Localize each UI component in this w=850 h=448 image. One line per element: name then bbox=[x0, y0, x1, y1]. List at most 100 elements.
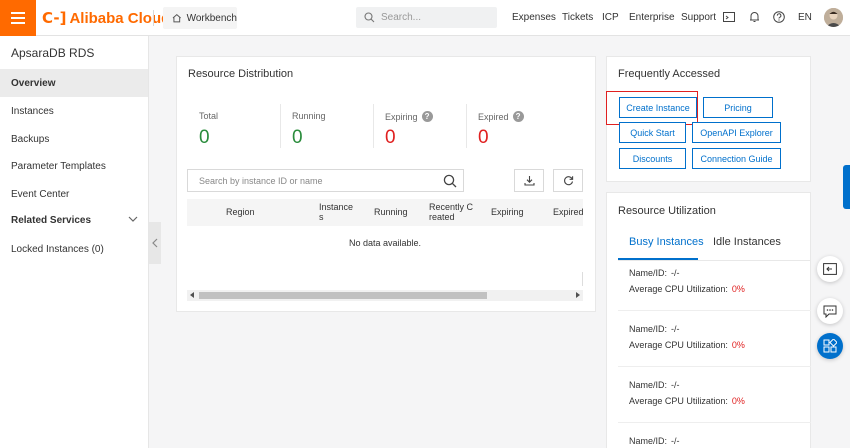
question-icon[interactable]: ? bbox=[512, 111, 524, 122]
tab-idle-instances[interactable]: Idle Instances bbox=[713, 236, 781, 248]
sidebar-collapse-handle[interactable] bbox=[149, 222, 161, 264]
stat-expired-value[interactable]: 0 bbox=[478, 127, 489, 149]
bell-icon[interactable] bbox=[747, 10, 761, 24]
help-icon[interactable] bbox=[772, 10, 786, 24]
sidebar-item-related-services[interactable]: Related Services bbox=[0, 206, 148, 234]
home-icon bbox=[172, 14, 181, 23]
resource-utilization-card bbox=[606, 192, 811, 448]
name-id-label: Name/ID: bbox=[629, 380, 668, 390]
alibaba-cloud-logo[interactable]: C-] Alibaba Cloud bbox=[42, 8, 170, 28]
scroll-right-arrow-icon[interactable] bbox=[576, 292, 580, 298]
hamburger-line bbox=[11, 17, 25, 19]
stat-expired-label: Expired? bbox=[478, 111, 524, 122]
nav-tickets[interactable]: Tickets bbox=[562, 12, 593, 23]
search-icon[interactable] bbox=[443, 174, 457, 188]
search-icon bbox=[364, 12, 375, 23]
stat-expiring-value[interactable]: 0 bbox=[385, 127, 396, 149]
stat-running-value[interactable]: 0 bbox=[292, 127, 303, 149]
hamburger-line bbox=[11, 12, 25, 14]
chat-icon bbox=[823, 305, 837, 318]
name-id-value: -/- bbox=[671, 324, 680, 334]
horizontal-scrollbar[interactable] bbox=[187, 290, 583, 301]
cpu-label: Average CPU Utilization: bbox=[629, 284, 728, 294]
user-avatar[interactable] bbox=[824, 8, 843, 27]
side-panel-tab[interactable] bbox=[843, 165, 850, 209]
sidebar-item-overview[interactable]: Overview bbox=[0, 69, 148, 97]
search-placeholder: Search... bbox=[381, 12, 422, 23]
chevron-left-icon bbox=[152, 238, 158, 248]
top-bar: C-] Alibaba Cloud Workbench Search... Ex… bbox=[0, 0, 850, 36]
logo-mark: C-] bbox=[42, 9, 67, 27]
sidebar-item-backups[interactable]: Backups bbox=[0, 125, 148, 153]
scrollbar-thumb[interactable] bbox=[199, 292, 487, 299]
utilization-row: Name/ID: -/- Average CPU Utilization: 0% bbox=[629, 321, 745, 353]
hamburger-line bbox=[11, 22, 25, 24]
scroll-left-arrow-icon[interactable] bbox=[190, 292, 194, 298]
sidebar-item-parameter-templates[interactable]: Parameter Templates bbox=[0, 152, 148, 180]
connection-guide-button[interactable]: Connection Guide bbox=[692, 148, 781, 169]
cpu-label: Average CPU Utilization: bbox=[629, 396, 728, 406]
name-id-label: Name/ID: bbox=[629, 324, 668, 334]
stat-expired: Expired? 0 bbox=[466, 96, 559, 154]
column-recently-created[interactable]: Recently C reated bbox=[429, 199, 473, 226]
column-region[interactable]: Region bbox=[226, 199, 255, 226]
column-expiring[interactable]: Expiring bbox=[491, 199, 524, 226]
sidebar-item-event-center[interactable]: Event Center bbox=[0, 180, 148, 208]
cpu-value: 0% bbox=[731, 340, 745, 350]
download-button[interactable] bbox=[514, 169, 544, 192]
column-running[interactable]: Running bbox=[374, 199, 408, 226]
divider bbox=[618, 310, 811, 311]
stat-expiring: Expiring? 0 bbox=[373, 96, 466, 154]
nav-icp[interactable]: ICP bbox=[602, 12, 619, 23]
refresh-icon bbox=[563, 176, 573, 186]
name-id-label: Name/ID: bbox=[629, 436, 668, 446]
logo-text: Alibaba Cloud bbox=[69, 9, 171, 27]
cpu-value: 0% bbox=[731, 396, 745, 406]
openapi-explorer-button[interactable]: OpenAPI Explorer bbox=[692, 122, 781, 143]
global-search-input[interactable]: Search... bbox=[356, 7, 497, 28]
chevron-down-icon bbox=[128, 216, 138, 222]
resource-utilization-title: Resource Utilization bbox=[618, 205, 716, 217]
utilization-row: Name/ID: -/- Average CPU Utilization: 0% bbox=[629, 265, 745, 297]
highlight-box bbox=[606, 91, 698, 125]
instances-table-header: Region Instance s Running Recently C rea… bbox=[187, 199, 584, 226]
workbench-label: Workbench bbox=[186, 12, 237, 24]
name-id-value: -/- bbox=[671, 436, 680, 446]
nav-enterprise[interactable]: Enterprise bbox=[629, 12, 675, 23]
pricing-button[interactable]: Pricing bbox=[703, 97, 773, 118]
cpu-label: Average CPU Utilization: bbox=[629, 340, 728, 350]
sidebar-item-instances[interactable]: Instances bbox=[0, 97, 148, 125]
related-services-label: Related Services bbox=[11, 214, 92, 226]
apps-button[interactable] bbox=[817, 333, 843, 359]
resource-distribution-title: Resource Distribution bbox=[188, 68, 294, 80]
frequently-accessed-title: Frequently Accessed bbox=[618, 68, 721, 80]
tab-busy-instances[interactable]: Busy Instances bbox=[629, 236, 704, 248]
nav-support[interactable]: Support bbox=[681, 12, 716, 23]
refresh-button[interactable] bbox=[553, 169, 583, 192]
discounts-button[interactable]: Discounts bbox=[619, 148, 686, 169]
stat-total-value[interactable]: 0 bbox=[199, 127, 210, 149]
workbench-button[interactable]: Workbench bbox=[163, 7, 237, 29]
apps-grid-icon bbox=[823, 339, 837, 353]
feedback-button[interactable] bbox=[817, 256, 843, 282]
question-icon[interactable]: ? bbox=[421, 111, 433, 122]
nav-expenses[interactable]: Expenses bbox=[512, 12, 556, 23]
column-expired[interactable]: Expired bbox=[553, 199, 584, 226]
divider bbox=[618, 422, 811, 423]
quick-start-button[interactable]: Quick Start bbox=[619, 122, 686, 143]
name-id-label: Name/ID: bbox=[629, 268, 668, 278]
instance-search-input[interactable]: Search by instance ID or name bbox=[187, 169, 464, 192]
chat-button[interactable] bbox=[817, 298, 843, 324]
sidebar-item-locked-instances[interactable]: Locked Instances (0) bbox=[0, 235, 148, 263]
utilization-row: Name/ID: -/- Average CPU Utilization: 0% bbox=[629, 377, 745, 409]
terminal-icon[interactable] bbox=[722, 10, 736, 24]
divider bbox=[153, 10, 154, 26]
name-id-value: -/- bbox=[671, 268, 680, 278]
stat-running: Running 0 bbox=[280, 96, 373, 154]
hamburger-menu-button[interactable] bbox=[0, 0, 36, 36]
utilization-row: Name/ID: -/- bbox=[629, 433, 680, 448]
empty-state-text: No data available. bbox=[348, 238, 422, 248]
stat-running-label: Running bbox=[292, 111, 326, 121]
language-selector[interactable]: EN bbox=[798, 12, 812, 23]
column-instances[interactable]: Instance s bbox=[319, 199, 353, 226]
